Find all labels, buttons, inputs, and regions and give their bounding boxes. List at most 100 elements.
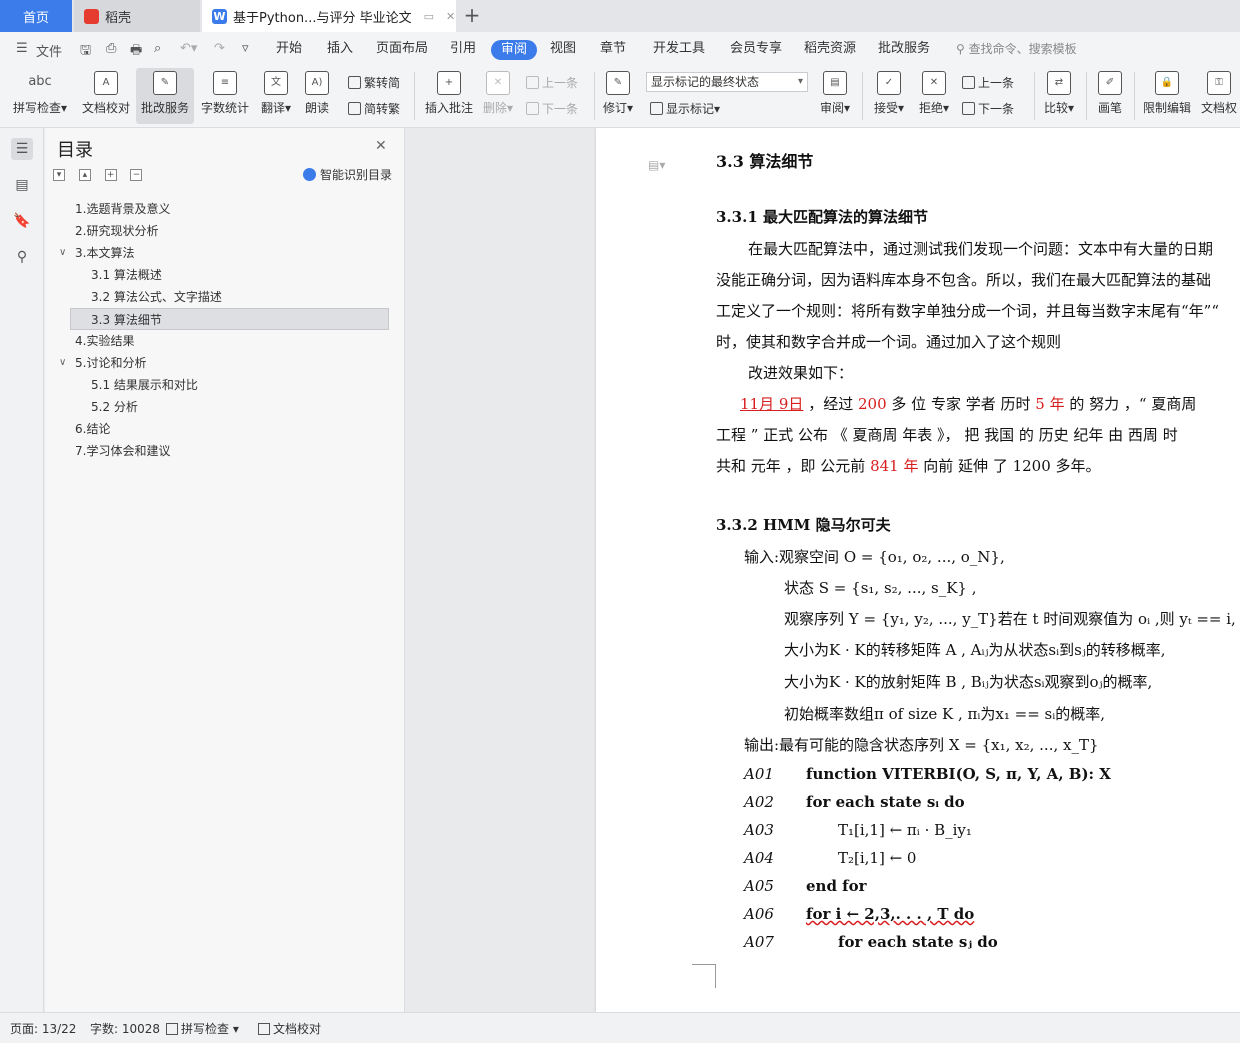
menu-file[interactable]: 文件	[36, 41, 62, 60]
algo-line-number: A03	[744, 821, 774, 839]
compare-button[interactable]: ⇄ 比较▾	[1040, 68, 1078, 124]
review-service-button[interactable]: ✎ 批改服务	[136, 68, 194, 124]
restrict-edit-button[interactable]: 🔒 限制编辑	[1140, 68, 1194, 124]
menu-review-service[interactable]: 批改服务	[878, 32, 930, 66]
tab-daoke[interactable]: 稻壳	[74, 0, 200, 32]
toc-item-selected[interactable]: 3.3 算法细节	[70, 308, 389, 330]
markup-state-select[interactable]: 显示标记的最终状态	[646, 72, 808, 92]
expand-chevron-icon[interactable]: ∨	[59, 242, 66, 264]
review-pane-button[interactable]: ▤ 审阅▾	[816, 68, 854, 124]
toc-item[interactable]: 5.1 结果展示和对比	[47, 374, 403, 396]
smart-toc-button[interactable]: 智能识别目录	[303, 166, 392, 183]
algo-line-number: A02	[744, 793, 774, 811]
close-icon[interactable]: ✕	[375, 138, 387, 154]
toc-item[interactable]: 2.研究现状分析	[47, 220, 403, 242]
next-change-button[interactable]: 下一条	[962, 100, 1014, 117]
command-search[interactable]: ⚲ 查找命令、搜索模板	[956, 32, 1077, 66]
doc-check-button[interactable]: A 文档校对	[78, 68, 134, 124]
toc-item[interactable]: ∨ 3.本文算法	[47, 242, 403, 264]
status-spell-check[interactable]: 拼写检查 ▾	[166, 1020, 239, 1037]
toc-item[interactable]: 3.1 算法概述	[47, 264, 403, 286]
export-pdf-icon[interactable]: ⎙	[106, 41, 116, 56]
tab-close-icon[interactable]: ✕	[446, 10, 455, 23]
undo-icon[interactable]: ↶▾	[180, 41, 197, 56]
menu-page-layout[interactable]: 页面布局	[376, 32, 428, 66]
tab-document[interactable]: W 基于Python...与评分 毕业论文 ▭ ✕	[202, 0, 456, 32]
smart-toc-icon	[303, 168, 316, 181]
menu-review[interactable]: 审阅	[491, 40, 538, 60]
hmm-input-line: 初始概率数组π of size K , πᵢ为x₁ == sᵢ的概率,	[784, 705, 1106, 723]
menu-dev-tools[interactable]: 开发工具	[653, 32, 705, 66]
menu-daoke-resources[interactable]: 稻壳资源	[804, 32, 856, 66]
save-icon[interactable]: 🖫	[80, 41, 91, 63]
prev-change-button[interactable]: 上一条	[962, 74, 1014, 91]
simp-to-trad-button[interactable]: 简转繁	[348, 100, 400, 117]
pen-button[interactable]: ✐ 画笔	[1094, 68, 1126, 124]
toc-item[interactable]: 3.2 算法公式、文字描述	[47, 286, 403, 308]
show-markup-icon	[650, 102, 663, 115]
toc-item[interactable]: 5.2 分析	[47, 396, 403, 418]
menu-insert[interactable]: 插入	[327, 32, 353, 66]
toc-toolbar: ▾ ▴ + −	[53, 166, 152, 181]
algo-code: end for	[806, 877, 867, 895]
prev-comment-button[interactable]: 上一条	[526, 74, 578, 91]
toc-nav-icon[interactable]: ☰	[11, 138, 33, 160]
delete-comment-button[interactable]: ✕ 删除▾	[480, 68, 516, 124]
reject-label: 拒绝	[918, 101, 943, 115]
read-aloud-button[interactable]: A) 朗读	[300, 68, 334, 124]
toc-item[interactable]: ∨ 5.讨论和分析	[47, 352, 403, 374]
page-options-icon[interactable]: ▤▾	[648, 158, 665, 172]
document-area[interactable]: ▤▾ 3.3 算法细节 3.3.1 最大匹配算法的算法细节 在最大匹配算法中，通…	[406, 128, 1240, 1012]
tab-home[interactable]: 首页	[0, 0, 72, 32]
print-icon[interactable]: 🖶	[130, 41, 142, 63]
menu-start[interactable]: 开始	[276, 32, 302, 66]
tab-document-label: 基于Python...与评分 毕业论文	[233, 10, 412, 26]
algo-line-number: A01	[744, 765, 774, 783]
toc-item[interactable]: 7.学习体会和建议	[47, 440, 403, 462]
document-page[interactable]: ▤▾ 3.3 算法细节 3.3.1 最大匹配算法的算法细节 在最大匹配算法中，通…	[596, 128, 1240, 1012]
spell-check-button[interactable]: abc 拼写检查▾	[8, 68, 72, 124]
expand-all-icon[interactable]: ▴	[78, 169, 91, 181]
toc-item[interactable]: 1.选题背景及意义	[47, 198, 403, 220]
menu-reference[interactable]: 引用	[450, 32, 476, 66]
revise-button[interactable]: ✎ 修订▾	[600, 68, 636, 124]
example-text: 向前 延伸 了 1200 多年。	[923, 457, 1101, 475]
review-service-icon: ✎	[153, 71, 177, 95]
customize-chevron-icon[interactable]: ▿	[242, 41, 249, 56]
doc-permission-button[interactable]: ⚿ 文档权	[1198, 68, 1240, 124]
year-token: 841 年	[870, 457, 919, 475]
word-count-button[interactable]: ≡ 字数统计	[198, 68, 252, 124]
toc-item-label: 4.实验结果	[75, 334, 135, 348]
add-heading-icon[interactable]: +	[104, 169, 117, 181]
toc-item[interactable]: 6.结论	[47, 418, 403, 440]
paragraph-line: 在最大匹配算法中，通过测试我们发现一个问题：文本中有大量的日期	[748, 240, 1214, 258]
accept-button[interactable]: ✓ 接受▾	[870, 68, 908, 124]
algo-code: for i ← 2,3,. . . , T do	[806, 905, 975, 923]
trad-to-simp-button[interactable]: 繁转简	[348, 74, 400, 91]
bookmark-icon[interactable]: 🔖	[11, 210, 33, 232]
next-comment-button[interactable]: 下一条	[526, 100, 578, 117]
hmm-input-line: 输入:观察空间 O = {o₁, o₂, ..., o_N},	[744, 548, 1005, 566]
reject-button[interactable]: ✕ 拒绝▾	[914, 68, 954, 124]
status-proofread[interactable]: 文档校对	[258, 1020, 321, 1037]
translate-button[interactable]: 文 翻译▾	[256, 68, 296, 124]
search-icon[interactable]: ⚲	[11, 246, 33, 268]
show-markup-button[interactable]: 显示标记▾	[650, 100, 720, 117]
menu-view[interactable]: 视图	[550, 32, 576, 66]
redo-icon[interactable]: ↷	[214, 41, 225, 56]
tab-pin-icon[interactable]: ▭	[424, 10, 434, 23]
hamburger-icon[interactable]: ☰	[16, 41, 28, 56]
paragraph-line: 时，使其和数字合并成一个词。通过加入了这个规则	[716, 333, 1062, 351]
word-count-indicator[interactable]: 字数: 10028	[90, 1020, 160, 1037]
collapse-all-icon[interactable]: ▾	[53, 169, 65, 181]
expand-chevron-icon[interactable]: ∨	[59, 352, 66, 374]
toc-item[interactable]: 4.实验结果	[47, 330, 403, 352]
new-tab-button[interactable]: +	[462, 4, 482, 28]
print-preview-icon[interactable]: ⌕	[154, 41, 161, 56]
insert-comment-button[interactable]: + 插入批注	[422, 68, 476, 124]
chapter-nav-icon[interactable]: ▤	[11, 174, 33, 196]
menu-member[interactable]: 会员专享	[730, 32, 782, 66]
menu-chapter[interactable]: 章节	[600, 32, 626, 66]
remove-heading-icon[interactable]: −	[130, 169, 143, 181]
page-indicator[interactable]: 页面: 13/22	[10, 1020, 76, 1037]
